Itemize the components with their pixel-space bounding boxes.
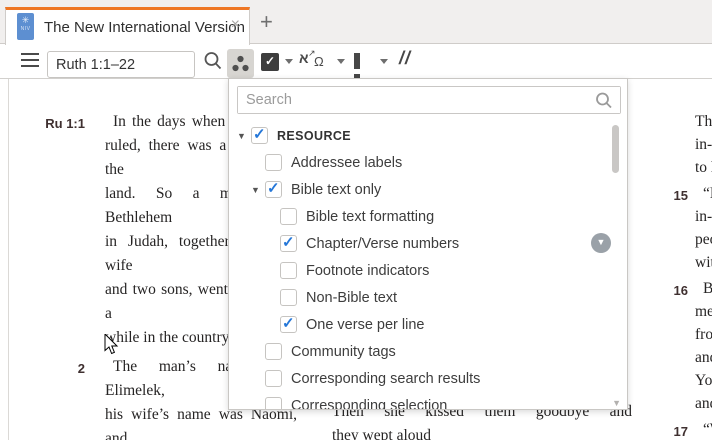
verse-line: with her.” [695,254,712,271]
reference-input[interactable] [47,51,195,78]
filter-search-input[interactable] [238,87,620,113]
scrollbar-thumb[interactable] [612,125,619,173]
mouse-cursor [104,334,119,355]
verse-number: 17 [673,424,688,439]
verse: 17 “Where you die I will die, and [645,418,712,440]
filter-tree-item[interactable]: Addressee labels [229,149,627,176]
verse-line: me to leave you or to turn back [695,303,712,320]
filter-item-label: Footnote indicators [306,262,430,279]
verse-text: Then Orpah kissed her mother-in-law good… [695,110,712,179]
filter-item-label: One verse per line [306,316,425,333]
filter-item-label: Addressee labels [291,154,403,171]
filter-tree-item[interactable]: Non-Bible text [229,284,627,311]
verse-line: Your people will be my people [695,372,712,389]
filter-tree-item[interactable]: Bible text formatting [229,203,627,230]
verse-line: people and her gods. Go back [695,231,712,248]
filter-tree-item[interactable]: Corresponding selection [229,392,627,410]
chevron-down-icon[interactable] [285,59,293,68]
tree-expand-icon[interactable]: ▼ [237,131,251,141]
verse-text: “Look,” said Naomi, “your sister-in-law … [695,182,712,274]
visual-filters-button[interactable] [227,49,254,78]
verse-number: 15 [673,188,688,203]
checkbox-menu-icon[interactable]: ✓ [261,53,279,71]
filter-tree: ▼ RESOURCE Addressee labels ▼ Bible text onl… [229,122,627,410]
resource-panel: ✳ NIV The New International Version × + … [0,0,712,440]
filter-tree-item[interactable]: ▼ RESOURCE [229,122,627,149]
verse-line: in-law goodbye, but Ruth clung [695,136,712,153]
verse-line: they wept aloud [332,427,432,440]
tab-niv[interactable]: ✳ NIV The New International Version × [5,7,250,45]
resource-toolbar: ✓ א ↗ Ω // [0,44,712,90]
chevron-down-icon[interactable] [380,59,388,68]
filter-tree-item[interactable]: Footnote indicators [229,257,627,284]
verse-line: to her. [695,159,712,176]
visual-filters-dropdown: ▼ RESOURCE Addressee labels ▼ Bible text onl… [228,78,628,410]
filter-tree-item[interactable]: Chapter/Verse numbers ▼ [229,230,627,257]
verse-line: from you. Where you go I will go, [695,326,712,343]
filter-tree-item[interactable]: ▼ Bible text only [229,176,627,203]
verse-text: But Ruth replied, “Don’t urge me to leave… [695,277,712,415]
filter-item-label: Bible text only [291,181,382,198]
columns-icon[interactable] [354,53,370,90]
filter-item-label: Non-Bible text [306,289,398,306]
tab-bar: ✳ NIV The New International Version × + [0,0,712,45]
filter-search-box [237,86,621,114]
checkbox-checked[interactable] [265,179,282,198]
filter-item-label: Bible text formatting [306,208,435,225]
filter-item-label: Community tags [291,343,396,360]
filter-tree-item[interactable]: Corresponding search results [229,365,627,392]
verse-line: and your God my God. [695,395,712,412]
panel-menu-icon[interactable] [21,53,39,67]
verse-line: Then Orpah kissed her mother- [695,113,712,130]
item-options-button[interactable]: ▼ [591,233,611,253]
panel-left-border [8,79,9,440]
verse-line: “Where you die I will die, and [703,421,712,438]
checkbox-unchecked[interactable] [280,208,297,225]
filter-item-label: Corresponding selection [291,397,448,410]
chevron-down-icon[interactable] [337,59,345,68]
filter-item-label: Chapter/Verse numbers [306,235,460,252]
search-icon [596,92,612,109]
verse: 16 But Ruth replied, “Don’t urge me to lea… [645,277,712,415]
verse: 15 “Look,” said Naomi, “your sister-in-la… [645,182,712,274]
filter-tree-item[interactable]: Community tags [229,338,627,365]
checkbox-unchecked[interactable] [265,370,282,387]
visual-filters-icon [232,55,249,72]
verse-line: in-law is going back to her [695,208,712,225]
filter-item-label: Corresponding search results [291,370,481,387]
verse-text: “Where you die I will die, and [695,418,712,440]
checkbox-unchecked[interactable] [280,262,297,279]
checkbox-checked[interactable] [280,314,297,333]
scroll-down-icon[interactable]: ▼ [612,398,621,408]
tree-expand-icon[interactable]: ▼ [251,185,265,195]
verse: Then Orpah kissed her mother-in-law good… [645,110,712,179]
checkbox-unchecked[interactable] [265,343,282,360]
resource-cover-icon: ✳ NIV [17,13,34,40]
tab-title: The New International Version [44,19,245,36]
close-tab-icon[interactable]: × [231,16,240,34]
checkbox-checked[interactable] [280,233,297,252]
verse-line: “Look,” said Naomi, “your sister- [703,185,712,202]
verse-line: and where you stay I will stay. [695,349,712,366]
verse-number: 16 [673,283,688,298]
checkbox-unchecked[interactable] [265,397,282,409]
interlinear-icon[interactable]: א ↗ Ω [299,48,331,72]
new-tab-button[interactable]: + [260,9,273,35]
filter-item-label: RESOURCE [277,128,352,143]
verse-number: 2 [77,361,85,376]
checkbox-unchecked[interactable] [265,154,282,171]
filter-tree-item[interactable]: One verse per line [229,311,627,338]
checkbox-unchecked[interactable] [280,289,297,306]
verse-line: But Ruth replied, “Don’t urge [703,280,712,297]
bible-text-column-3: Then Orpah kissed her mother-in-law good… [645,110,712,440]
search-icon[interactable] [202,50,224,72]
parallel-passages-icon[interactable]: // [399,48,411,69]
verse-number: Ru 1:1 [45,116,85,131]
checkbox-checked[interactable] [251,125,268,144]
